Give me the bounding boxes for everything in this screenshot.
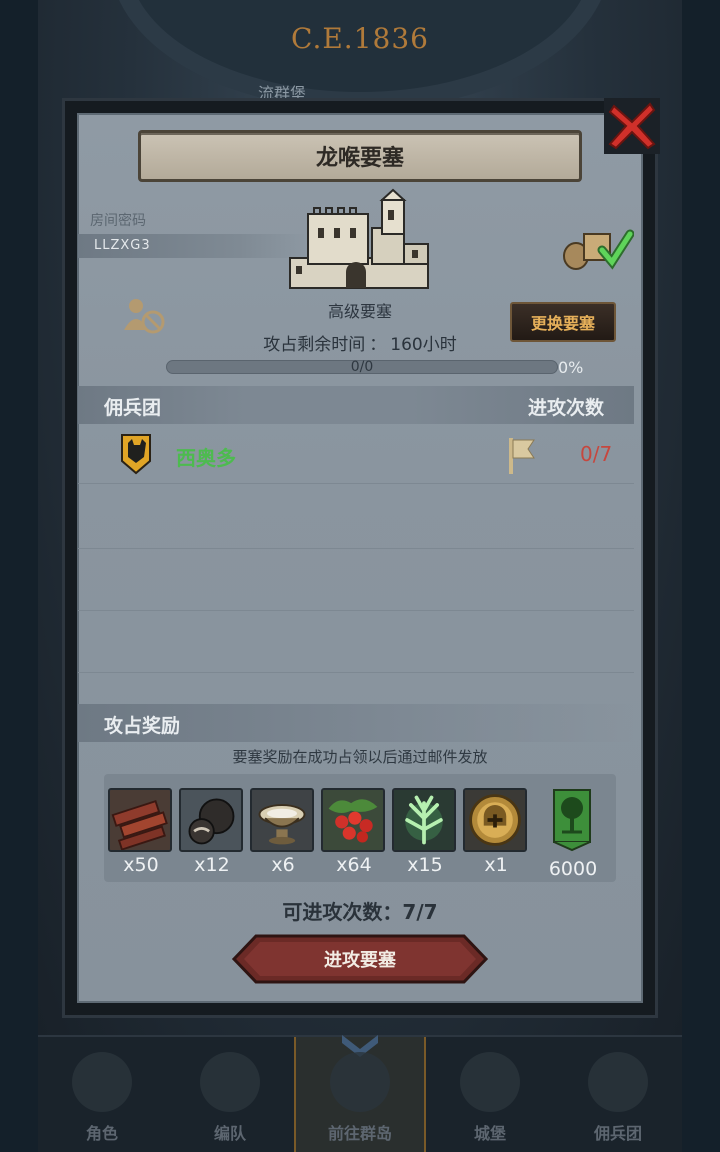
reward-note: 要塞奖励在成功占领以后通过邮件发放 (232, 748, 488, 766)
truffle-icon (179, 788, 243, 852)
tree-banner-icon (553, 789, 591, 852)
herb-icon (392, 788, 456, 852)
reward-quantity: 6000 (548, 858, 598, 880)
empty-row-divider (78, 672, 634, 673)
room-code-label: 房间密码 (90, 213, 146, 229)
nav-item-character[interactable]: 角色 (38, 1037, 166, 1152)
reward-item[interactable]: x1 (463, 788, 529, 876)
compass-icon (330, 1052, 390, 1112)
progress-percent: 0% (558, 358, 584, 377)
attacks-available: 可进攻次数：7/7 (0, 896, 720, 925)
mercenary-attack-count: 0/7 (580, 442, 613, 466)
nav-item-castle[interactable]: 城堡 (426, 1037, 554, 1152)
reward-item[interactable]: x64 (321, 788, 387, 876)
reward-quantity: x12 (194, 854, 230, 876)
time-remaining-value: 160小时 (390, 335, 457, 355)
title-banner: 龙喉要塞 (138, 130, 582, 182)
era-label: C.E.1836 (291, 22, 429, 55)
background-right-strip (682, 0, 720, 1152)
close-button[interactable] (604, 98, 660, 154)
progress-text: 0/0 (350, 359, 374, 375)
dialog-title: 龙喉要塞 (315, 146, 404, 171)
wood-logs-icon (108, 788, 172, 852)
berries-icon (321, 788, 385, 852)
reward-item[interactable]: 6000 (540, 788, 606, 880)
castle-icon (460, 1052, 520, 1112)
mercenary-row[interactable] (78, 426, 634, 484)
nav-item-formation[interactable]: 编队 (166, 1037, 294, 1152)
reward-item[interactable]: x6 (250, 788, 316, 876)
character-icon (72, 1052, 132, 1112)
mercenary-section-title: 佣兵团 (104, 397, 162, 419)
bowl-icon (250, 788, 314, 852)
wolf-crest-icon (121, 434, 151, 475)
reward-quantity: x1 (484, 854, 508, 876)
attacks-available-value: 7/7 (402, 900, 438, 924)
room-code-value[interactable]: LLZXG3 (94, 238, 151, 253)
nav-label: 角色 (85, 1124, 118, 1143)
reward-item[interactable]: x15 (392, 788, 458, 876)
time-remaining-label: 攻占剩余时间 (263, 335, 366, 355)
nav-item-mercenary[interactable]: 佣兵团 (554, 1037, 682, 1152)
fortress-castle-icon (289, 188, 429, 289)
empty-row-divider (78, 610, 634, 611)
mercenary-name: 西奥多 (176, 446, 236, 470)
reward-quantity: x64 (336, 854, 372, 876)
nav-label: 前往群岛 (327, 1124, 392, 1143)
reward-item[interactable]: x12 (179, 788, 245, 876)
nav-label: 城堡 (473, 1124, 506, 1143)
empty-row-divider (78, 548, 634, 549)
reward-quantity: x6 (271, 854, 295, 876)
reward-quantity: x15 (407, 854, 443, 876)
attack-flag-icon (509, 438, 535, 474)
reward-item[interactable]: x50 (108, 788, 174, 876)
reward-quantity: x50 (123, 854, 159, 876)
attacks-available-separator: ： (382, 900, 403, 924)
nav-item-archipelago[interactable]: 前往群岛 (294, 1035, 426, 1152)
time-remaining: 攻占剩余时间： 160小时 (0, 330, 720, 355)
time-remaining-separator: ： (369, 335, 387, 355)
nav-label: 佣兵团 (593, 1124, 642, 1143)
formation-icon (200, 1052, 260, 1112)
helmet-medal-icon (463, 788, 527, 852)
attack-fortress-label: 进攻要塞 (324, 950, 396, 971)
attacks-available-label: 可进攻次数 (282, 900, 383, 924)
occupation-progress-bar: 0/0 (166, 359, 558, 375)
reward-section-title: 攻占奖励 (104, 715, 181, 737)
bottom-navigation: 角色 编队 前往群岛 城堡 佣兵团 (38, 1035, 682, 1152)
attacks-column-header: 进攻次数 (528, 397, 605, 419)
nav-label: 编队 (213, 1124, 246, 1143)
background-left-strip (0, 0, 38, 1152)
loot-claimed-icon (563, 229, 634, 270)
mercenary-icon (588, 1052, 648, 1112)
